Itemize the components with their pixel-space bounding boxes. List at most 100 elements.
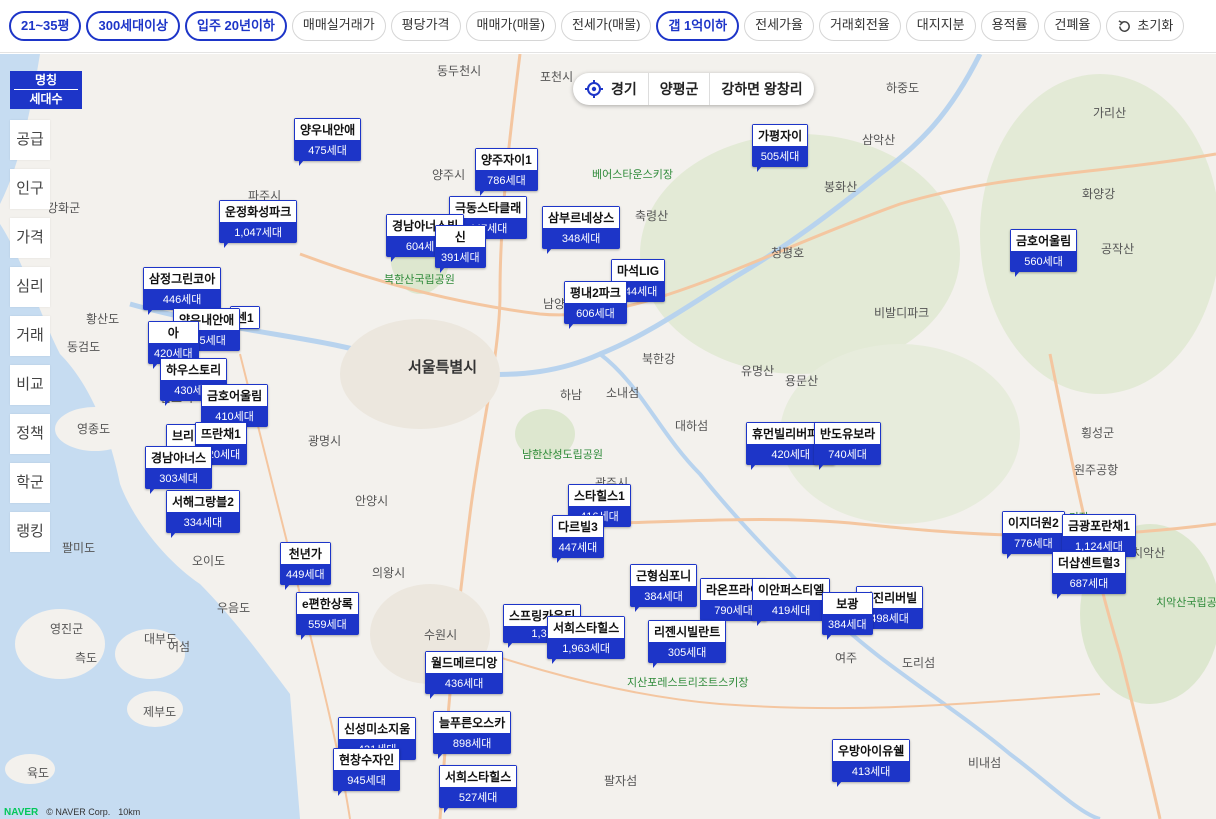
apartment-marker[interactable]: 보광 384세대 [822,592,873,640]
marker-name: 천년가 [281,543,330,564]
marker-name: 양우내안애 [295,119,361,140]
side-menu-item[interactable]: 학군 [10,463,50,503]
place-label: 안양시 [355,494,389,508]
label-mode-name: 명칭 [14,71,78,90]
filter-chip[interactable]: 매매가(매물) [465,11,556,41]
apartment-marker[interactable]: 가평자이 505세대 [752,124,809,172]
apartment-marker[interactable]: 운정화성파크 1,047세대 [219,200,298,248]
apartment-marker[interactable]: 리젠시빌란트 305세대 [648,620,727,668]
side-menu-item[interactable]: 인구 [10,169,50,209]
apartment-marker[interactable]: 월드메르디앙 436세대 [425,651,504,699]
place-label: 베어스타운스키장 [592,169,673,181]
apartment-marker[interactable]: 반도유보라 740세대 [814,422,882,470]
apartment-marker[interactable]: 신 391세대 [435,225,486,273]
place-label: 청평호 [771,246,805,260]
side-menu-item[interactable]: 거래 [10,316,50,356]
apartment-marker[interactable]: 이지더원2 776세대 [1002,511,1065,559]
reset-button[interactable]: 초기화 [1106,11,1185,41]
place-label: 동검도 [67,340,101,354]
apartment-marker[interactable]: 금호어울림 410세대 [201,384,269,432]
place-label: 의왕시 [372,566,406,580]
place-label: 비발디파크 [874,306,930,320]
marker-name: 다르빌3 [553,516,603,537]
marker-units: 945세대 [347,775,386,787]
label-mode-units: 세대수 [29,92,63,106]
marker-name: e편한상록 [297,593,358,614]
marker-name: 늘푸른오스카 [434,712,511,733]
filter-chip[interactable]: 평당가격 [390,11,461,41]
apartment-marker[interactable]: 현창수자인 945세대 [333,748,401,796]
apartment-marker[interactable]: 금호어울림 560세대 [1010,229,1078,277]
filter-chip[interactable]: 건폐율 [1043,11,1102,41]
place-label: 유명산 [741,364,775,378]
side-menu-item[interactable]: 가격 [10,218,50,258]
label-mode-toggle[interactable]: 명칭 세대수 [10,71,82,109]
place-label: 여주 [835,651,858,665]
marker-units: 1,047세대 [234,227,283,239]
marker-units: 560세대 [1024,256,1063,268]
marker-name: 운정화성파크 [220,201,297,222]
marker-name: 신 [436,226,485,247]
marker-units: 475세대 [308,145,347,157]
filter-chip[interactable]: 대지지분 [905,11,976,41]
filter-chip[interactable]: 전세가율 [744,11,814,41]
apartment-marker[interactable]: 삼정그린코아 446세대 [143,267,222,315]
side-menu-item[interactable]: 정책 [10,414,50,454]
marker-name: 현창수자인 [334,749,400,770]
apartment-marker[interactable]: 서희스타힐스 527세대 [439,765,518,813]
marker-name: 월드메르디앙 [426,652,503,673]
filter-chip[interactable]: 매매실거래가 [291,11,386,41]
region-selector[interactable]: 경기 양평군 강하면 왕창리 [573,73,814,105]
place-label: 광명시 [308,434,342,448]
apartment-marker[interactable]: 서해그랑블2 334세대 [166,490,240,538]
reset-label: 초기화 [1137,18,1174,33]
marker-units: 384세대 [644,591,683,603]
marker-name: 반도유보라 [815,423,881,444]
apartment-marker[interactable]: 평내2파크 606세대 [564,281,627,329]
marker-units: 305세대 [667,647,707,659]
place-label: 지산포레스트리조트스키장 [627,677,749,689]
side-menu-item[interactable]: 심리 [10,267,50,307]
apartment-marker[interactable]: 양우내안애 475세대 [294,118,362,166]
filter-chip[interactable]: 전세가(매물) [560,11,652,41]
marker-units: 303세대 [159,473,198,485]
place-label: 용문산 [785,374,819,388]
filter-chip[interactable]: 300세대이상 [86,11,181,41]
apartment-marker[interactable]: e편한상록 559세대 [296,592,359,640]
filter-chip[interactable]: 입주 20년이하 [185,11,287,41]
filter-chip[interactable]: 21~35평 [9,11,82,41]
map-footer: NAVER © NAVER Corp. 10km [0,805,140,819]
apartment-marker[interactable]: 양주자이1 786세대 [475,148,538,196]
marker-units: 740세대 [828,449,867,461]
filter-chip[interactable]: 거래회전율 [818,11,901,41]
apartment-marker[interactable]: 늘푸른오스카 898세대 [433,711,512,759]
region-level-2[interactable]: 양평군 [647,73,710,105]
apartment-marker[interactable]: 더샵센트럴3 687세대 [1052,551,1126,599]
apartment-marker[interactable]: 다르빌3 447세대 [552,515,604,563]
side-menu-item[interactable]: 비교 [10,365,50,405]
apartment-marker[interactable]: 경남아너스 303세대 [145,446,213,494]
apartment-marker[interactable]: 천년가 449세대 [280,542,331,590]
place-label: 비내섬 [968,756,1002,770]
scale-label: 10km [118,807,141,817]
apartment-marker[interactable]: 서희스타힐스 1,963세대 [547,616,626,664]
filter-chip[interactable]: 갭 1억이하 [656,11,740,41]
place-label: 측도 [75,651,98,665]
marker-name: 가평자이 [753,125,808,146]
place-label: 우음도 [217,601,251,615]
place-label: 축령산 [635,209,669,223]
side-menu-item[interactable]: 공급 [10,120,50,160]
region-level-3[interactable]: 강하면 왕창리 [709,73,813,105]
place-label: 하중도 [886,81,920,95]
marker-units: 606세대 [576,308,615,320]
side-menu-item[interactable]: 랭킹 [10,512,50,552]
apartment-marker[interactable]: 삼부르네상스 348세대 [542,206,621,254]
place-label: 영종도 [77,422,111,436]
region-level-1[interactable]: 경기 [573,73,648,105]
map[interactable]: 동두천시포천시양주시파주시김포시서울특별시광명시하남남양주소내섬대하섬안양시광주… [0,54,1216,819]
apartment-marker[interactable]: 우방아이유쉘 413세대 [832,739,911,787]
apartment-marker[interactable]: 이안퍼스티엘 419세대 [752,578,831,626]
place-label: 북한산국립공원 [384,274,455,286]
apartment-marker[interactable]: 근형심포니 384세대 [630,564,698,612]
filter-chip[interactable]: 용적률 [980,11,1039,41]
